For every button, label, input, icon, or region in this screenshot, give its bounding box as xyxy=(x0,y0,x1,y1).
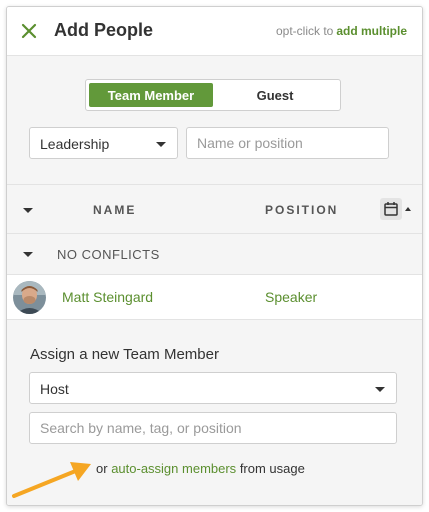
calendar-icon[interactable] xyxy=(380,198,402,220)
person-name: Matt Steingard xyxy=(62,289,154,305)
auto-assign-suffix: from usage xyxy=(239,461,305,476)
member-type-toggle: Team Member Guest xyxy=(85,79,341,111)
team-select-value: Leadership xyxy=(40,136,110,152)
table-row[interactable]: Matt Steingard Speaker xyxy=(7,275,422,320)
auto-assign-link[interactable]: auto-assign members xyxy=(111,461,236,476)
hint-text: opt-click to xyxy=(275,24,334,38)
chevron-down-icon[interactable] xyxy=(23,252,33,257)
close-icon[interactable] xyxy=(19,21,39,41)
auto-assign-line: or auto-assign members from usage xyxy=(96,461,305,476)
column-header-name[interactable]: NAME xyxy=(93,203,136,217)
collapse-all-chevron-icon[interactable] xyxy=(23,208,33,213)
chevron-down-icon xyxy=(156,142,166,147)
member-search-input[interactable] xyxy=(29,412,397,444)
page-title: Add People xyxy=(54,20,154,40)
sort-asc-icon[interactable] xyxy=(405,207,411,211)
conflict-group-header[interactable]: NO CONFLICTS xyxy=(7,234,422,275)
tab-team-member[interactable]: Team Member xyxy=(89,83,213,107)
group-label: NO CONFLICTS xyxy=(57,247,160,262)
avatar xyxy=(13,281,46,314)
multi-select-hint: opt-click to add multiple xyxy=(276,24,407,38)
column-header-position[interactable]: POSITION xyxy=(265,203,338,217)
add-people-panel: Add People opt-click to add multiple Team… xyxy=(6,6,423,506)
team-select[interactable]: Leadership xyxy=(29,127,178,159)
add-multiple-link[interactable]: add multiple xyxy=(336,24,407,38)
tab-guest[interactable]: Guest xyxy=(213,83,337,107)
filter-section: Team Member Guest Leadership xyxy=(7,56,422,184)
arrow-annotation-icon xyxy=(12,462,91,498)
assign-title: Assign a new Team Member xyxy=(30,346,219,363)
name-position-search-input[interactable] xyxy=(186,127,389,159)
person-position: Speaker xyxy=(265,289,318,305)
role-select-value: Host xyxy=(40,381,69,397)
panel-header: Add People opt-click to add multiple xyxy=(7,7,422,56)
table-header: NAME POSITION xyxy=(7,184,422,234)
chevron-down-icon xyxy=(375,387,385,392)
role-select[interactable]: Host xyxy=(29,372,397,404)
